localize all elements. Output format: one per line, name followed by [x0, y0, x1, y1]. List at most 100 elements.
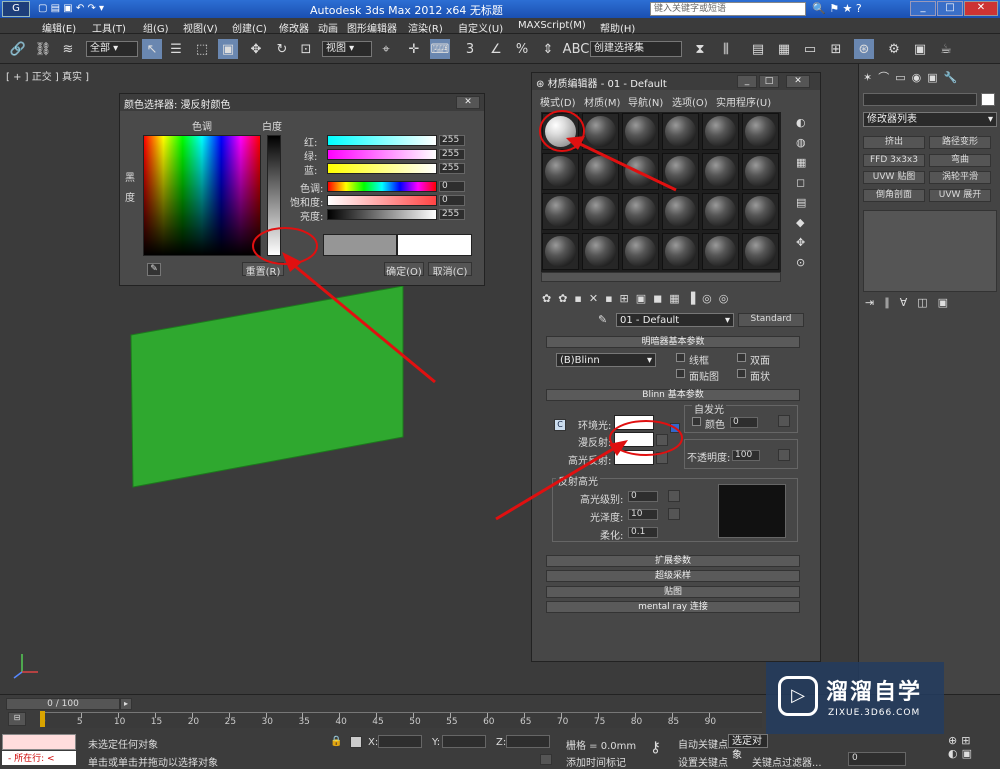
me-minimize-button[interactable]: _: [737, 75, 757, 88]
key-filter-selection[interactable]: 选定对象: [728, 734, 768, 761]
shader-basic-params-rollout[interactable]: 明暗器基本参数: [546, 336, 800, 348]
sample-scrollbar[interactable]: [541, 272, 781, 282]
command-tabs[interactable]: ✶⌒▭◉▣🔧: [863, 69, 997, 85]
hue-value[interactable]: 0: [439, 181, 465, 192]
menu-modes[interactable]: 模式(D): [540, 94, 576, 109]
pick-material-icon[interactable]: ✎: [598, 313, 607, 326]
extended-params-rollout[interactable]: 扩展参数: [546, 555, 800, 567]
menu-navigation[interactable]: 导航(N): [628, 94, 663, 109]
sample-slot[interactable]: [742, 233, 779, 270]
me-maximize-button[interactable]: □: [759, 75, 779, 88]
me-close-button[interactable]: ✕: [786, 75, 810, 88]
sample-slot[interactable]: [702, 193, 739, 230]
extrude-button[interactable]: 挤出: [863, 136, 925, 149]
render-frame-icon[interactable]: ▣: [910, 39, 930, 59]
time-slider[interactable]: 0 / 100: [6, 698, 120, 710]
track-bar[interactable]: 051015202530354045505560657075808590: [40, 712, 762, 728]
bevel-profile-button[interactable]: 倒角剖面: [863, 189, 925, 202]
blue-slider[interactable]: [327, 163, 437, 174]
face-map-checkbox[interactable]: [676, 369, 685, 378]
turbosmooth-button[interactable]: 涡轮平滑: [929, 171, 991, 184]
stack-tools[interactable]: ⇥∥∀◫▣: [865, 296, 995, 309]
sample-slot[interactable]: [582, 153, 619, 190]
sample-slot[interactable]: [542, 113, 579, 150]
ambient-color-swatch[interactable]: [614, 415, 654, 430]
hue-spectrum[interactable]: [143, 135, 261, 256]
ok-button[interactable]: 确定(O): [384, 262, 424, 278]
sample-slot[interactable]: [622, 113, 659, 150]
frame-marker[interactable]: [40, 711, 45, 727]
sample-slot[interactable]: [542, 193, 579, 230]
wire-checkbox[interactable]: [676, 353, 685, 362]
menu-options[interactable]: 选项(O): [672, 94, 708, 109]
glossiness-value[interactable]: 10: [628, 509, 658, 520]
blue-value[interactable]: 255: [439, 163, 465, 174]
sample-slot[interactable]: [542, 153, 579, 190]
shader-dropdown[interactable]: (B)Blinn ▾: [556, 353, 656, 367]
soften-value[interactable]: 0.1: [628, 527, 658, 538]
opacity-map-button[interactable]: [778, 449, 790, 461]
lock-map-icon[interactable]: [670, 423, 680, 433]
sample-slot[interactable]: [582, 193, 619, 230]
render-setup-icon[interactable]: ⚙: [884, 39, 904, 59]
sample-slot[interactable]: [702, 233, 739, 270]
eyedropper-icon[interactable]: ✎: [147, 263, 161, 276]
mental-ray-rollout[interactable]: mental ray 连接: [546, 601, 800, 613]
ffd-button[interactable]: FFD 3x3x3: [863, 154, 925, 167]
material-name-field[interactable]: 01 - Default ▾: [616, 313, 734, 327]
sample-slot[interactable]: [742, 113, 779, 150]
value-value[interactable]: 255: [439, 209, 465, 220]
self-illum-map-button[interactable]: [778, 415, 790, 427]
maps-rollout[interactable]: 贴图: [546, 586, 800, 598]
key-filters-button[interactable]: 关键点过滤器...: [752, 754, 822, 769]
sample-side-tools[interactable]: ◐ ◍ ▦ ◻ ▤ ◆ ✥ ⊙: [796, 113, 812, 273]
maximize-button[interactable]: □: [937, 1, 963, 16]
unwrap-uvw-button[interactable]: UVW 展开: [929, 189, 991, 202]
menu-material[interactable]: 材质(M): [584, 94, 620, 109]
green-slider[interactable]: [327, 149, 437, 160]
object-color-swatch[interactable]: [981, 93, 995, 106]
material-tools-row[interactable]: ✿✿▪✕▪⊞▣◼▦▐◎◎: [542, 292, 812, 308]
spec-level-value[interactable]: 0: [628, 491, 658, 502]
blinn-basic-params-rollout[interactable]: Blinn 基本参数: [546, 389, 800, 401]
sample-slot[interactable]: [582, 113, 619, 150]
ambient-lock-icon[interactable]: C: [554, 419, 566, 431]
current-frame-field[interactable]: 0: [848, 752, 906, 766]
bend-button[interactable]: 弯曲: [929, 154, 991, 167]
add-time-tag[interactable]: 添加时间标记: [566, 754, 626, 769]
reset-button[interactable]: 重置(R): [242, 262, 284, 278]
minimize-button[interactable]: _: [910, 1, 936, 16]
modifier-list-dropdown[interactable]: 修改器列表 ▾: [863, 112, 997, 127]
green-value[interactable]: 255: [439, 149, 465, 160]
glossiness-map-button[interactable]: [668, 508, 680, 520]
lock-selection-icon[interactable]: 🔒: [330, 736, 342, 747]
saturation-slider[interactable]: [327, 195, 437, 206]
sample-slot[interactable]: [742, 193, 779, 230]
faceted-checkbox[interactable]: [737, 369, 746, 378]
supersampling-rollout[interactable]: 超级采样: [546, 570, 800, 582]
sample-slot[interactable]: [542, 233, 579, 270]
saturation-value[interactable]: 0: [439, 195, 465, 206]
sample-slot[interactable]: [702, 113, 739, 150]
viewport-nav-controls[interactable]: ⊕⊞ ◐▣: [948, 734, 998, 766]
sample-slot[interactable]: [662, 193, 699, 230]
z-coordinate-field[interactable]: [506, 735, 550, 748]
path-deform-button[interactable]: 路径变形: [929, 136, 991, 149]
x-coordinate-field[interactable]: [378, 735, 422, 748]
key-icon[interactable]: ⚷: [650, 738, 661, 756]
close-button[interactable]: ✕: [964, 1, 998, 16]
specular-color-swatch[interactable]: [614, 450, 654, 465]
sample-slot[interactable]: [742, 153, 779, 190]
sample-slot[interactable]: [702, 153, 739, 190]
self-illum-color-checkbox[interactable]: [692, 417, 701, 426]
sample-slot[interactable]: [622, 233, 659, 270]
menu-utilities[interactable]: 实用程序(U): [716, 94, 771, 109]
cancel-button[interactable]: 取消(C): [428, 262, 472, 278]
specular-map-button[interactable]: [656, 452, 668, 464]
material-type-button[interactable]: Standard: [738, 313, 804, 327]
sample-slot[interactable]: [622, 153, 659, 190]
y-coordinate-field[interactable]: [442, 735, 486, 748]
maxscript-listener[interactable]: [2, 734, 76, 750]
spec-level-map-button[interactable]: [668, 490, 680, 502]
self-illum-value[interactable]: 0: [730, 417, 758, 428]
